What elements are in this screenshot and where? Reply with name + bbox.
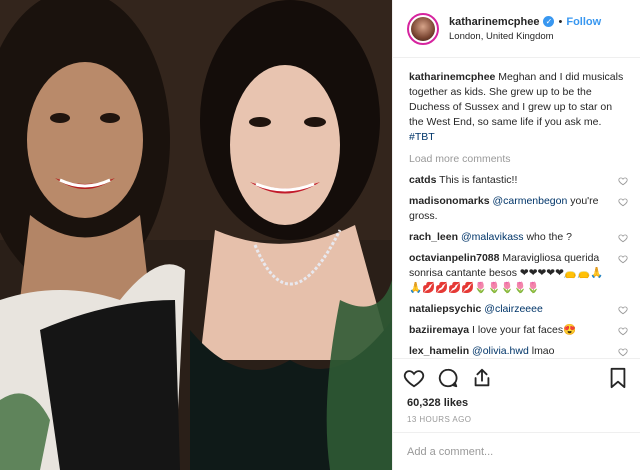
- comment-mention[interactable]: @carmenbegon: [492, 195, 567, 207]
- comment-item: lex_hamelin @olivia.hwd lmao: [409, 344, 628, 358]
- comment-text: who the ?: [523, 231, 572, 243]
- load-more-comments-button[interactable]: Load more comments: [409, 153, 628, 165]
- photo-illustration: [0, 0, 392, 470]
- comment-username[interactable]: lex_hamelin: [409, 345, 469, 357]
- post-timestamp: 13 HOURS AGO: [407, 415, 472, 424]
- comment-icon[interactable]: [437, 367, 459, 389]
- like-count[interactable]: 60,328 likes: [403, 397, 628, 409]
- comment-username[interactable]: octavianpelin7088: [409, 252, 499, 264]
- separator-dot: •: [558, 15, 563, 28]
- comment-item: madisonomarks @carmenbegon you're gross.: [409, 194, 628, 224]
- location-link[interactable]: London, United Kingdom: [449, 31, 601, 42]
- share-icon[interactable]: [471, 367, 493, 389]
- comment-heart-icon[interactable]: [618, 347, 628, 357]
- post-photo[interactable]: [0, 0, 392, 470]
- comment-item: catds This is fantastic!!: [409, 173, 628, 188]
- comment-mention[interactable]: @clairzeeee: [484, 303, 543, 315]
- comment-username[interactable]: rach_leen: [409, 231, 458, 243]
- comment-item: baziiremaya I love your fat faces😍: [409, 323, 628, 338]
- comment-item: nataliepsychic @clairzeeee: [409, 302, 628, 317]
- verified-badge-icon: ✓: [543, 16, 555, 27]
- comment-heart-icon[interactable]: [618, 233, 628, 243]
- caption-username[interactable]: katharinemcphee: [409, 71, 495, 83]
- bookmark-icon[interactable]: [608, 367, 628, 389]
- comment-text: lmao: [528, 345, 555, 357]
- comment-mention[interactable]: @malavikass: [461, 231, 524, 243]
- comment-heart-icon[interactable]: [618, 254, 628, 264]
- comment-username[interactable]: baziiremaya: [409, 324, 469, 336]
- comment-text: This is fantastic!!: [436, 174, 518, 186]
- comment-heart-icon[interactable]: [618, 305, 628, 315]
- caption-hashtag[interactable]: #TBT: [409, 131, 435, 143]
- comment-item: rach_leen @malavikass who the ?: [409, 230, 628, 245]
- comment-heart-icon[interactable]: [618, 326, 628, 336]
- comment-heart-icon[interactable]: [618, 197, 628, 207]
- post-side-panel: katharinemcphee ✓ • Follow London, Unite…: [392, 0, 640, 470]
- author-username[interactable]: katharinemcphee: [449, 16, 539, 28]
- comment-username[interactable]: nataliepsychic: [409, 303, 481, 315]
- add-comment-input[interactable]: [407, 445, 626, 458]
- action-bar: 60,328 likes 13 HOURS AGO: [393, 358, 640, 424]
- heart-icon[interactable]: [403, 367, 425, 389]
- comment-heart-icon[interactable]: [618, 176, 628, 186]
- comment-text: I love your fat faces😍: [469, 324, 577, 336]
- instagram-post: katharinemcphee ✓ • Follow London, Unite…: [0, 0, 640, 470]
- caption: katharinemcphee Meghan and I did musical…: [409, 70, 628, 145]
- comment-mention[interactable]: @olivia.hwd: [472, 345, 529, 357]
- add-comment-bar: [393, 432, 640, 470]
- post-header: katharinemcphee ✓ • Follow London, Unite…: [393, 0, 640, 58]
- comment-list: katharinemcphee Meghan and I did musical…: [393, 58, 640, 358]
- avatar[interactable]: [407, 12, 439, 45]
- comment-username[interactable]: madisonomarks: [409, 195, 490, 207]
- comment-item: octavianpelin7088 Maravigliosa querida s…: [409, 251, 628, 296]
- follow-button[interactable]: Follow: [566, 16, 601, 28]
- comment-username[interactable]: catds: [409, 174, 436, 186]
